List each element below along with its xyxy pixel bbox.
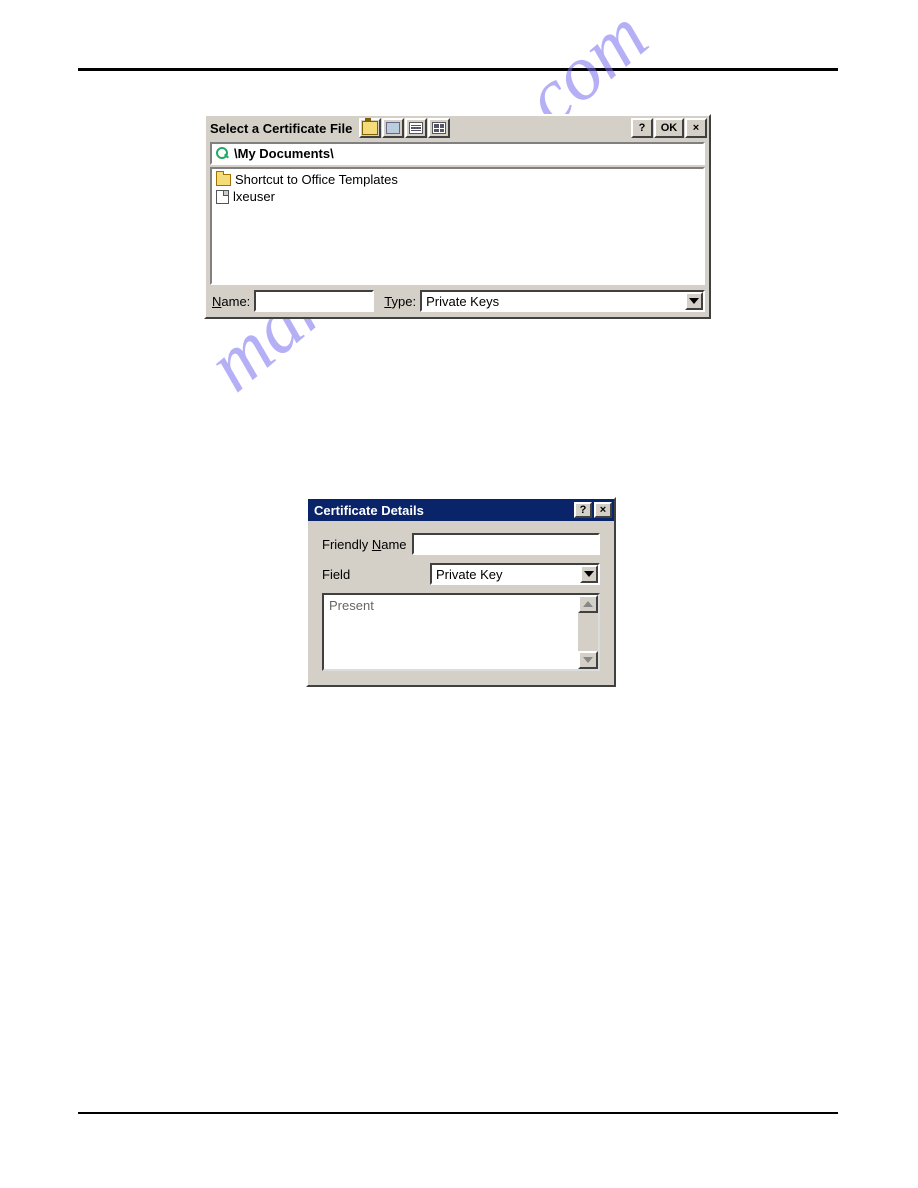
scroll-up-button[interactable] xyxy=(578,595,598,613)
list-item-label: Shortcut to Office Templates xyxy=(235,172,398,187)
type-value: Private Keys xyxy=(426,294,499,309)
close-button[interactable]: × xyxy=(685,118,707,138)
name-label: Name: xyxy=(212,294,250,309)
new-folder-icon xyxy=(386,122,400,134)
divider-top xyxy=(78,68,838,71)
list-item[interactable]: lxeuser xyxy=(214,188,701,205)
list-icon xyxy=(409,122,423,134)
list-item[interactable]: Shortcut to Office Templates xyxy=(214,171,701,188)
view-list-button[interactable] xyxy=(405,118,427,138)
help-button[interactable]: ? xyxy=(631,118,653,138)
chevron-up-icon xyxy=(583,601,593,607)
details-icon xyxy=(432,122,446,134)
file-list[interactable]: Shortcut to Office Templates lxeuser xyxy=(210,167,705,285)
path-bar[interactable]: \My Documents\ xyxy=(210,142,705,165)
help-button[interactable]: ? xyxy=(574,502,592,518)
new-folder-button[interactable] xyxy=(382,118,404,138)
divider-bottom xyxy=(78,1112,838,1114)
close-button[interactable]: × xyxy=(594,502,612,518)
dropdown-arrow[interactable] xyxy=(685,292,703,310)
path-text: \My Documents\ xyxy=(234,146,334,161)
dropdown-arrow[interactable] xyxy=(580,565,598,583)
folder-up-icon xyxy=(362,121,378,135)
details-textarea[interactable]: Present xyxy=(322,593,600,671)
chevron-down-icon xyxy=(583,657,593,663)
folder-up-button[interactable] xyxy=(359,118,381,138)
type-label: Type: xyxy=(384,294,416,309)
file-icon xyxy=(216,190,229,204)
field-select[interactable]: Private Key xyxy=(430,563,600,585)
friendly-name-label: Friendly Name xyxy=(322,537,412,552)
folder-icon xyxy=(216,174,231,186)
field-label: Field xyxy=(322,567,430,582)
chevron-down-icon xyxy=(584,571,594,577)
scroll-down-button[interactable] xyxy=(578,651,598,669)
select-certificate-dialog: Select a Certificate File ? OK × \My Doc… xyxy=(204,114,711,319)
dialog-title: Select a Certificate File xyxy=(210,121,352,136)
field-value: Private Key xyxy=(436,567,502,582)
chevron-down-icon xyxy=(689,298,699,304)
friendly-name-input[interactable] xyxy=(412,533,600,555)
dialog-title: Certificate Details xyxy=(314,503,424,518)
scrollbar[interactable] xyxy=(578,595,598,669)
name-input[interactable] xyxy=(254,290,374,312)
type-select[interactable]: Private Keys xyxy=(420,290,705,312)
ok-button[interactable]: OK xyxy=(654,118,684,138)
dialog-body: Friendly Name Field Private Key Present xyxy=(308,521,614,685)
view-details-button[interactable] xyxy=(428,118,450,138)
textarea-content: Present xyxy=(324,595,578,669)
search-icon xyxy=(216,147,230,161)
dialog-titlebar: Certificate Details ? × xyxy=(308,499,614,521)
dialog-footer: Name: Type: Private Keys xyxy=(206,287,709,317)
dialog-titlebar: Select a Certificate File ? OK × xyxy=(206,116,709,140)
certificate-details-dialog: Certificate Details ? × Friendly Name Fi… xyxy=(306,497,616,687)
list-item-label: lxeuser xyxy=(233,189,275,204)
